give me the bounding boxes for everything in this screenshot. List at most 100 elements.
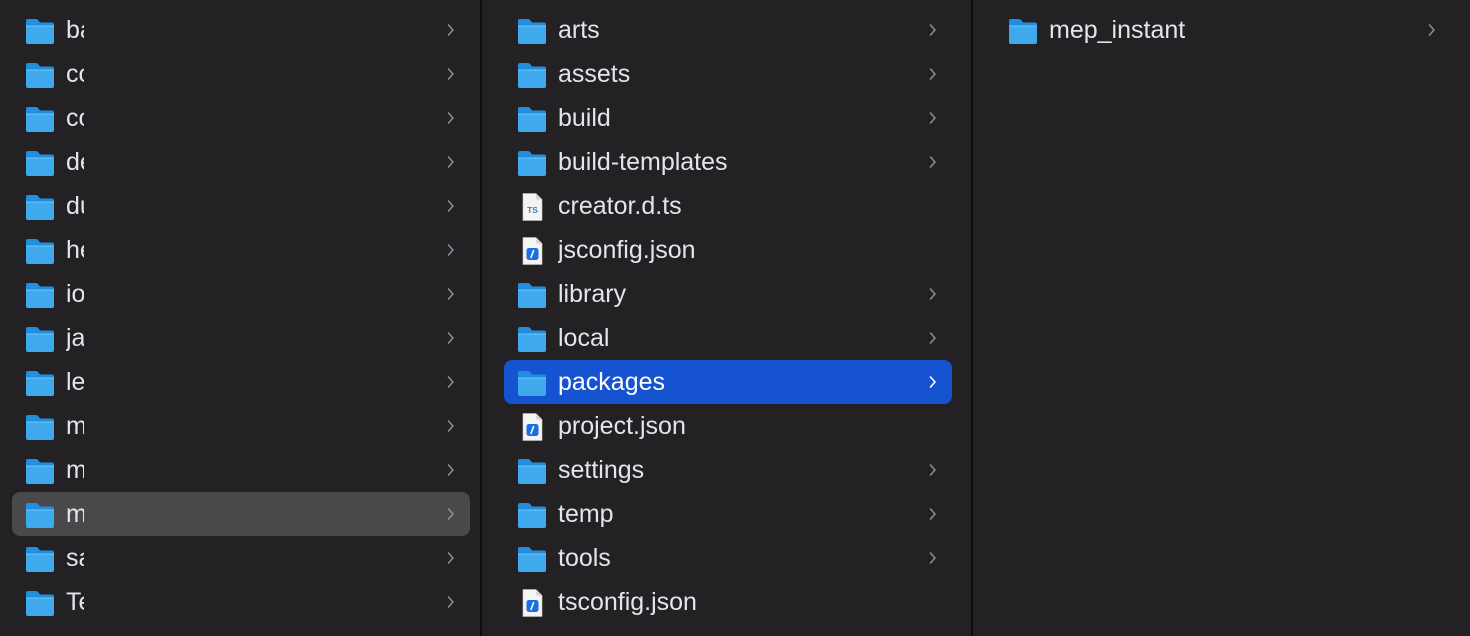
chevron-right-icon <box>446 373 456 391</box>
item-label: m <box>66 412 84 440</box>
column-1-item[interactable]: Te <box>12 580 470 624</box>
column-1-item[interactable]: le <box>12 360 470 404</box>
chevron-right-icon <box>446 241 456 259</box>
item-label: Te <box>66 588 84 616</box>
chevron-right-icon <box>446 505 456 523</box>
chevron-right-icon <box>928 153 938 171</box>
column-1-item[interactable]: co <box>12 52 470 96</box>
item-label: tools <box>558 544 611 572</box>
column-2-item[interactable]: tools <box>504 536 952 580</box>
column-2-item[interactable]: build <box>504 96 952 140</box>
chevron-right-icon <box>446 21 456 39</box>
item-label: du <box>66 192 84 220</box>
column-2-item[interactable]: local <box>504 316 952 360</box>
folder-icon <box>516 149 548 177</box>
column-3-item[interactable]: mep_instant <box>995 8 1451 52</box>
item-label: co <box>66 60 84 88</box>
item-label: assets <box>558 60 631 88</box>
column-2-item[interactable]: project.json <box>504 404 952 448</box>
item-label: mep_instant <box>1049 16 1186 44</box>
folder-icon <box>516 545 548 573</box>
folder-icon <box>24 501 56 529</box>
item-label: library <box>558 280 627 308</box>
item-label: ja <box>66 324 84 352</box>
folder-icon <box>516 105 548 133</box>
column-2-item[interactable]: settings <box>504 448 952 492</box>
chevron-right-icon <box>928 65 938 83</box>
folder-icon <box>24 545 56 573</box>
column-1-item[interactable]: m <box>12 448 470 492</box>
item-label: de <box>66 148 84 176</box>
column-1-item[interactable]: du <box>12 184 470 228</box>
svg-text:TS: TS <box>527 205 538 215</box>
item-label: packages <box>558 368 666 396</box>
column-1-item[interactable]: co <box>12 96 470 140</box>
item-label: temp <box>558 500 614 528</box>
column-2-item[interactable]: TS creator.d.ts <box>504 184 952 228</box>
column-2-item[interactable]: tsconfig.json <box>504 580 952 624</box>
chevron-right-icon <box>1427 21 1437 39</box>
item-label: build-templates <box>558 148 728 176</box>
column-1-item[interactable]: ja <box>12 316 470 360</box>
item-label: jsconfig.json <box>558 236 696 264</box>
column-3[interactable]: mep_instant <box>973 0 1470 636</box>
folder-icon <box>24 589 56 617</box>
folder-icon <box>516 369 548 397</box>
column-2-item[interactable]: arts <box>504 8 952 52</box>
column-1-item[interactable]: ba <box>12 8 470 52</box>
column-1-item[interactable]: io <box>12 272 470 316</box>
folder-icon <box>1007 17 1039 45</box>
column-2-item[interactable]: library <box>504 272 952 316</box>
folder-icon <box>516 501 548 529</box>
folder-icon <box>24 369 56 397</box>
chevron-right-icon <box>446 549 456 567</box>
chevron-right-icon <box>446 285 456 303</box>
column-1-item[interactable]: mt3-h5 <box>12 492 470 536</box>
item-label: co <box>66 104 84 132</box>
item-label: creator.d.ts <box>558 192 682 220</box>
column-1-item[interactable]: de <box>12 140 470 184</box>
chevron-right-icon <box>928 285 938 303</box>
chevron-right-icon <box>928 109 938 127</box>
folder-icon <box>24 149 56 177</box>
item-label: build <box>558 104 611 132</box>
json-file-icon <box>516 413 548 441</box>
item-label: le <box>66 368 84 396</box>
chevron-right-icon <box>446 329 456 347</box>
item-label: sa <box>66 544 84 572</box>
chevron-right-icon <box>446 461 456 479</box>
folder-icon <box>24 325 56 353</box>
folder-icon <box>24 17 56 45</box>
column-2-item[interactable]: packages <box>504 360 952 404</box>
column-3-list: mep_instant <box>973 0 1470 52</box>
folder-icon <box>516 61 548 89</box>
folder-icon <box>24 237 56 265</box>
column-1[interactable]: ba co co de du he io ja le mm mt3-h5 sa Te <box>0 0 480 636</box>
item-label: project.json <box>558 412 686 440</box>
chevron-right-icon <box>446 197 456 215</box>
column-1-item[interactable]: he <box>12 228 470 272</box>
column-2-item[interactable]: build-templates <box>504 140 952 184</box>
item-label: ba <box>66 16 84 44</box>
folder-icon <box>24 281 56 309</box>
json-file-icon <box>516 237 548 265</box>
item-label: arts <box>558 16 600 44</box>
column-1-item[interactable]: sa <box>12 536 470 580</box>
item-label: io <box>66 280 84 308</box>
item-label: he <box>66 236 84 264</box>
column-2-list: arts assets build build-templates TS creator.… <box>482 0 971 624</box>
column-2-item[interactable]: temp <box>504 492 952 536</box>
column-2[interactable]: arts assets build build-templates TS creator.… <box>482 0 971 636</box>
folder-icon <box>516 281 548 309</box>
folder-icon <box>24 413 56 441</box>
column-1-item[interactable]: m <box>12 404 470 448</box>
chevron-right-icon <box>446 153 456 171</box>
column-2-item[interactable]: assets <box>504 52 952 96</box>
folder-icon <box>24 193 56 221</box>
chevron-right-icon <box>446 593 456 611</box>
folder-icon <box>24 61 56 89</box>
typescript-file-icon: TS <box>516 193 548 221</box>
column-2-item[interactable]: jsconfig.json <box>504 228 952 272</box>
folder-icon <box>24 457 56 485</box>
folder-icon <box>516 325 548 353</box>
